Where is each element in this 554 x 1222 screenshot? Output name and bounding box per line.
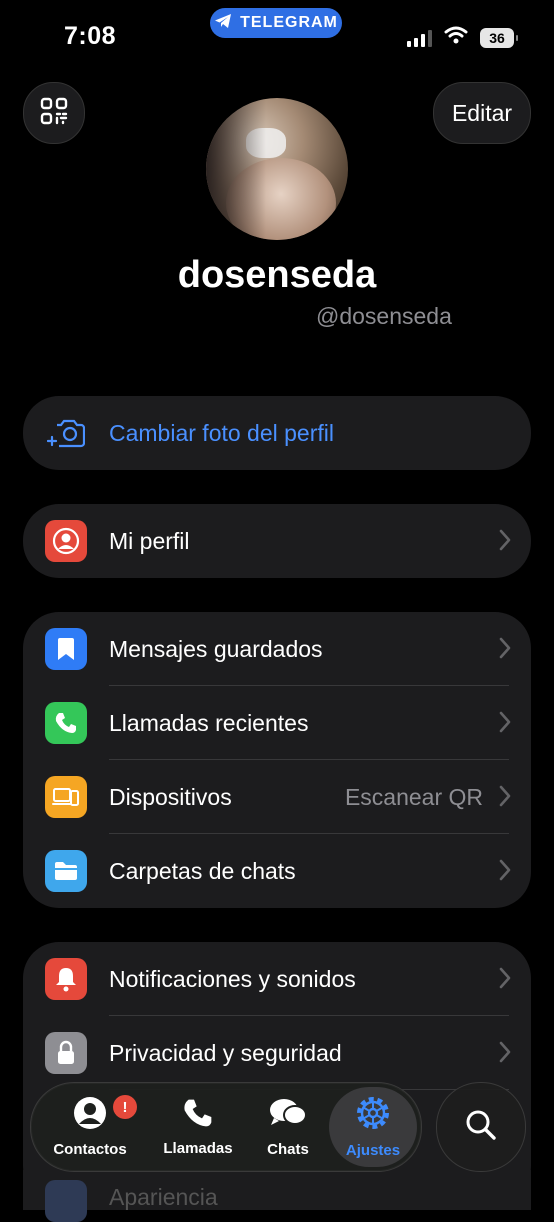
appearance-row[interactable]: Apariencia: [23, 1170, 531, 1222]
profile-name: dosenseda: [177, 254, 377, 296]
chat-folders-row[interactable]: Carpetas de chats: [23, 834, 531, 908]
saved-messages-label: Mensajes guardados: [109, 635, 323, 662]
tab-chats[interactable]: Chats: [243, 1083, 333, 1171]
my-profile-label: Mi perfil: [109, 527, 190, 554]
chevron-right-icon: [499, 711, 511, 738]
devices-label: Dispositivos: [109, 783, 232, 810]
battery-level: 36: [489, 29, 505, 46]
my-profile-row[interactable]: Mi perfil: [23, 504, 531, 578]
chat-folders-label: Carpetas de chats: [109, 857, 296, 884]
devices-row[interactable]: Dispositivos Escanear QR: [23, 760, 531, 834]
folder-icon: [45, 850, 87, 892]
privacy-label: Privacidad y seguridad: [109, 1039, 342, 1066]
tab-contacts[interactable]: Contactos !: [43, 1083, 137, 1171]
chevron-right-icon: [499, 859, 511, 886]
person-circle-icon: [73, 1096, 107, 1135]
lock-icon: [45, 1032, 87, 1074]
my-profile-card[interactable]: Mi perfil: [23, 504, 531, 578]
phone-icon: [45, 702, 87, 744]
tab-contacts-label: Contactos: [53, 1141, 127, 1158]
chat-bubbles-icon: [268, 1096, 308, 1135]
telegram-pill[interactable]: TELEGRAM: [210, 8, 342, 38]
status-icons: 36: [407, 26, 518, 49]
tab-calls[interactable]: Llamadas: [151, 1083, 245, 1171]
change-photo-label: Cambiar foto del perfil: [109, 419, 334, 446]
person-circle-icon: [45, 520, 87, 562]
tab-settings-label: Ajustes: [345, 1142, 401, 1159]
telegram-pill-label: TELEGRAM: [240, 14, 338, 31]
qr-code-button[interactable]: [23, 82, 85, 144]
chevron-right-icon: [499, 967, 511, 994]
chevron-right-icon: [499, 1041, 511, 1068]
chevron-right-icon: [499, 529, 511, 556]
appearance-label: Apariencia: [109, 1184, 218, 1210]
cellular-signal-icon: [407, 29, 432, 47]
saved-messages-row[interactable]: Mensajes guardados: [23, 612, 531, 686]
tab-chats-label: Chats: [267, 1141, 309, 1158]
search-icon: [464, 1108, 498, 1147]
edit-button[interactable]: Editar: [433, 82, 531, 144]
privacy-row[interactable]: Privacidad y seguridad: [23, 1016, 531, 1090]
change-photo-row[interactable]: Cambiar foto del perfil: [23, 396, 531, 470]
search-button[interactable]: [436, 1082, 526, 1172]
phone-icon: [182, 1097, 214, 1134]
recent-calls-row[interactable]: Llamadas recientes: [23, 686, 531, 760]
bell-icon: [45, 958, 87, 1000]
tab-calls-label: Llamadas: [163, 1140, 233, 1157]
contacts-badge: !: [113, 1095, 137, 1119]
tab-settings[interactable]: Ajustes: [329, 1083, 417, 1171]
devices-icon: [45, 776, 87, 818]
gear-icon: [355, 1095, 391, 1136]
profile-username[interactable]: @dosenseda: [316, 303, 452, 330]
notifications-row[interactable]: Notificaciones y sonidos: [23, 942, 531, 1016]
status-time: 7:08: [64, 22, 117, 50]
change-photo-card[interactable]: Cambiar foto del perfil: [23, 396, 531, 470]
wifi-icon: [444, 26, 468, 49]
telegram-plane-icon: [214, 13, 232, 34]
avatar[interactable]: [206, 98, 348, 240]
notifications-label: Notificaciones y sonidos: [109, 965, 356, 992]
camera-add-icon: [45, 412, 87, 454]
chevron-right-icon: [499, 785, 511, 812]
scan-qr-value: Escanear QR: [344, 783, 483, 810]
battery-icon: 36: [480, 27, 518, 48]
bookmark-icon: [45, 628, 87, 670]
chevron-right-icon: [499, 637, 511, 664]
status-bar: 7:08 TELEGRAM 36: [0, 0, 554, 70]
settings-group-1: Mensajes guardados Llamadas recientes Di…: [23, 612, 531, 908]
tab-bar: Contactos ! Llamadas Chats Ajustes: [30, 1082, 422, 1172]
qr-code-icon: [39, 96, 69, 131]
recent-calls-label: Llamadas recientes: [109, 709, 309, 736]
appearance-icon: [45, 1180, 87, 1222]
